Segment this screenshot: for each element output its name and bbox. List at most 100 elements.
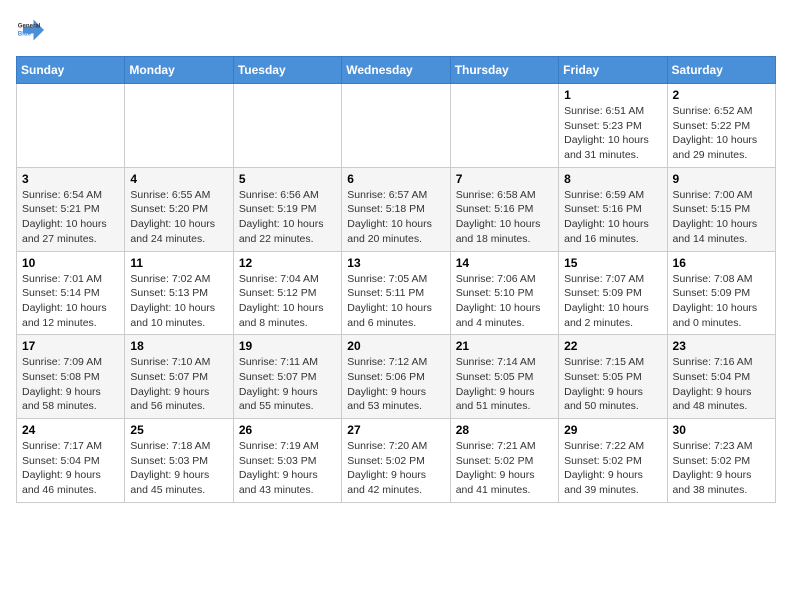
day-number: 26: [239, 423, 336, 437]
day-number: 21: [456, 339, 553, 353]
day-info: Sunrise: 7:16 AM Sunset: 5:04 PM Dayligh…: [673, 355, 770, 414]
day-info: Sunrise: 7:20 AM Sunset: 5:02 PM Dayligh…: [347, 439, 444, 498]
calendar-cell: 18 Sunrise: 7:10 AM Sunset: 5:07 PM Dayli…: [125, 335, 233, 419]
day-info: Sunrise: 7:08 AM Sunset: 5:09 PM Dayligh…: [673, 272, 770, 331]
calendar-cell: 5 Sunrise: 6:56 AM Sunset: 5:19 PM Daylig…: [233, 167, 341, 251]
day-header-monday: Monday: [125, 57, 233, 84]
calendar-cell: 2 Sunrise: 6:52 AM Sunset: 5:22 PM Daylig…: [667, 84, 775, 168]
day-info: Sunrise: 6:52 AM Sunset: 5:22 PM Dayligh…: [673, 104, 770, 163]
day-number: 15: [564, 256, 661, 270]
day-number: 28: [456, 423, 553, 437]
logo-icon: General Blue: [16, 16, 44, 44]
calendar-header-row: SundayMondayTuesdayWednesdayThursdayFrid…: [17, 57, 776, 84]
svg-text:Blue: Blue: [18, 30, 32, 37]
day-number: 30: [673, 423, 770, 437]
calendar-cell: 4 Sunrise: 6:55 AM Sunset: 5:20 PM Daylig…: [125, 167, 233, 251]
day-number: 1: [564, 88, 661, 102]
calendar-cell: 11 Sunrise: 7:02 AM Sunset: 5:13 PM Dayli…: [125, 251, 233, 335]
calendar-cell: 3 Sunrise: 6:54 AM Sunset: 5:21 PM Daylig…: [17, 167, 125, 251]
day-number: 16: [673, 256, 770, 270]
day-number: 8: [564, 172, 661, 186]
day-info: Sunrise: 6:59 AM Sunset: 5:16 PM Dayligh…: [564, 188, 661, 247]
day-info: Sunrise: 6:55 AM Sunset: 5:20 PM Dayligh…: [130, 188, 227, 247]
svg-text:General: General: [18, 22, 41, 29]
day-info: Sunrise: 7:04 AM Sunset: 5:12 PM Dayligh…: [239, 272, 336, 331]
day-number: 14: [456, 256, 553, 270]
calendar-cell: 10Sunrise: 7:01 AM Sunset: 5:14 PM Dayli…: [17, 251, 125, 335]
day-number: 9: [673, 172, 770, 186]
day-number: 29: [564, 423, 661, 437]
calendar-table: SundayMondayTuesdayWednesdayThursdayFrid…: [16, 56, 776, 503]
day-number: 19: [239, 339, 336, 353]
calendar-cell: [233, 84, 341, 168]
day-header-thursday: Thursday: [450, 57, 558, 84]
calendar-cell: [342, 84, 450, 168]
logo: General Blue: [16, 16, 44, 44]
calendar-cell: 24 Sunrise: 7:17 AM Sunset: 5:04 PM Dayli…: [17, 419, 125, 503]
calendar-cell: 16 Sunrise: 7:08 AM Sunset: 5:09 PM Dayli…: [667, 251, 775, 335]
calendar-cell: 12 Sunrise: 7:04 AM Sunset: 5:12 PM Dayli…: [233, 251, 341, 335]
day-number: 23: [673, 339, 770, 353]
calendar-week-2: 3 Sunrise: 6:54 AM Sunset: 5:21 PM Daylig…: [17, 167, 776, 251]
calendar-cell: 9 Sunrise: 7:00 AM Sunset: 5:15 PM Daylig…: [667, 167, 775, 251]
day-info: Sunrise: 7:06 AM Sunset: 5:10 PM Dayligh…: [456, 272, 553, 331]
day-info: Sunrise: 7:09 AM Sunset: 5:08 PM Dayligh…: [22, 355, 119, 414]
day-info: Sunrise: 7:14 AM Sunset: 5:05 PM Dayligh…: [456, 355, 553, 414]
day-number: 12: [239, 256, 336, 270]
day-number: 11: [130, 256, 227, 270]
calendar-cell: 8 Sunrise: 6:59 AM Sunset: 5:16 PM Daylig…: [559, 167, 667, 251]
day-info: Sunrise: 7:01 AM Sunset: 5:14 PM Dayligh…: [22, 272, 119, 331]
day-info: Sunrise: 7:00 AM Sunset: 5:15 PM Dayligh…: [673, 188, 770, 247]
calendar-week-1: 1 Sunrise: 6:51 AM Sunset: 5:23 PM Daylig…: [17, 84, 776, 168]
day-info: Sunrise: 7:11 AM Sunset: 5:07 PM Dayligh…: [239, 355, 336, 414]
calendar-cell: 17Sunrise: 7:09 AM Sunset: 5:08 PM Dayli…: [17, 335, 125, 419]
day-info: Sunrise: 7:02 AM Sunset: 5:13 PM Dayligh…: [130, 272, 227, 331]
day-header-friday: Friday: [559, 57, 667, 84]
day-number: 3: [22, 172, 119, 186]
day-info: Sunrise: 7:07 AM Sunset: 5:09 PM Dayligh…: [564, 272, 661, 331]
day-number: 4: [130, 172, 227, 186]
day-info: Sunrise: 6:51 AM Sunset: 5:23 PM Dayligh…: [564, 104, 661, 163]
day-number: 18: [130, 339, 227, 353]
day-number: 24: [22, 423, 119, 437]
calendar-cell: 14 Sunrise: 7:06 AM Sunset: 5:10 PM Dayli…: [450, 251, 558, 335]
calendar-cell: 27 Sunrise: 7:20 AM Sunset: 5:02 PM Dayli…: [342, 419, 450, 503]
day-info: Sunrise: 7:21 AM Sunset: 5:02 PM Dayligh…: [456, 439, 553, 498]
day-info: Sunrise: 7:15 AM Sunset: 5:05 PM Dayligh…: [564, 355, 661, 414]
calendar-cell: 22 Sunrise: 7:15 AM Sunset: 5:05 PM Dayli…: [559, 335, 667, 419]
day-header-saturday: Saturday: [667, 57, 775, 84]
day-info: Sunrise: 7:17 AM Sunset: 5:04 PM Dayligh…: [22, 439, 119, 498]
calendar-cell: [450, 84, 558, 168]
calendar-cell: 13Sunrise: 7:05 AM Sunset: 5:11 PM Dayli…: [342, 251, 450, 335]
day-info: Sunrise: 6:54 AM Sunset: 5:21 PM Dayligh…: [22, 188, 119, 247]
calendar-cell: 29 Sunrise: 7:22 AM Sunset: 5:02 PM Dayli…: [559, 419, 667, 503]
day-info: Sunrise: 7:10 AM Sunset: 5:07 PM Dayligh…: [130, 355, 227, 414]
day-number: 27: [347, 423, 444, 437]
calendar-week-4: 17Sunrise: 7:09 AM Sunset: 5:08 PM Dayli…: [17, 335, 776, 419]
day-number: 22: [564, 339, 661, 353]
day-number: 7: [456, 172, 553, 186]
day-number: 13: [347, 256, 444, 270]
page-header: General Blue: [16, 16, 776, 44]
calendar-week-5: 24 Sunrise: 7:17 AM Sunset: 5:04 PM Dayli…: [17, 419, 776, 503]
day-info: Sunrise: 7:18 AM Sunset: 5:03 PM Dayligh…: [130, 439, 227, 498]
calendar-cell: 28 Sunrise: 7:21 AM Sunset: 5:02 PM Dayli…: [450, 419, 558, 503]
day-info: Sunrise: 7:23 AM Sunset: 5:02 PM Dayligh…: [673, 439, 770, 498]
day-info: Sunrise: 6:56 AM Sunset: 5:19 PM Dayligh…: [239, 188, 336, 247]
day-number: 5: [239, 172, 336, 186]
calendar-cell: [125, 84, 233, 168]
calendar-cell: 25Sunrise: 7:18 AM Sunset: 5:03 PM Dayli…: [125, 419, 233, 503]
calendar-cell: 15 Sunrise: 7:07 AM Sunset: 5:09 PM Dayli…: [559, 251, 667, 335]
calendar-cell: 19 Sunrise: 7:11 AM Sunset: 5:07 PM Dayli…: [233, 335, 341, 419]
calendar-cell: 26Sunrise: 7:19 AM Sunset: 5:03 PM Dayli…: [233, 419, 341, 503]
calendar-cell: 21 Sunrise: 7:14 AM Sunset: 5:05 PM Dayli…: [450, 335, 558, 419]
day-number: 2: [673, 88, 770, 102]
calendar-cell: 30 Sunrise: 7:23 AM Sunset: 5:02 PM Dayli…: [667, 419, 775, 503]
day-header-sunday: Sunday: [17, 57, 125, 84]
day-info: Sunrise: 7:22 AM Sunset: 5:02 PM Dayligh…: [564, 439, 661, 498]
day-number: 20: [347, 339, 444, 353]
day-header-wednesday: Wednesday: [342, 57, 450, 84]
day-number: 6: [347, 172, 444, 186]
calendar-cell: 1 Sunrise: 6:51 AM Sunset: 5:23 PM Daylig…: [559, 84, 667, 168]
day-info: Sunrise: 6:58 AM Sunset: 5:16 PM Dayligh…: [456, 188, 553, 247]
